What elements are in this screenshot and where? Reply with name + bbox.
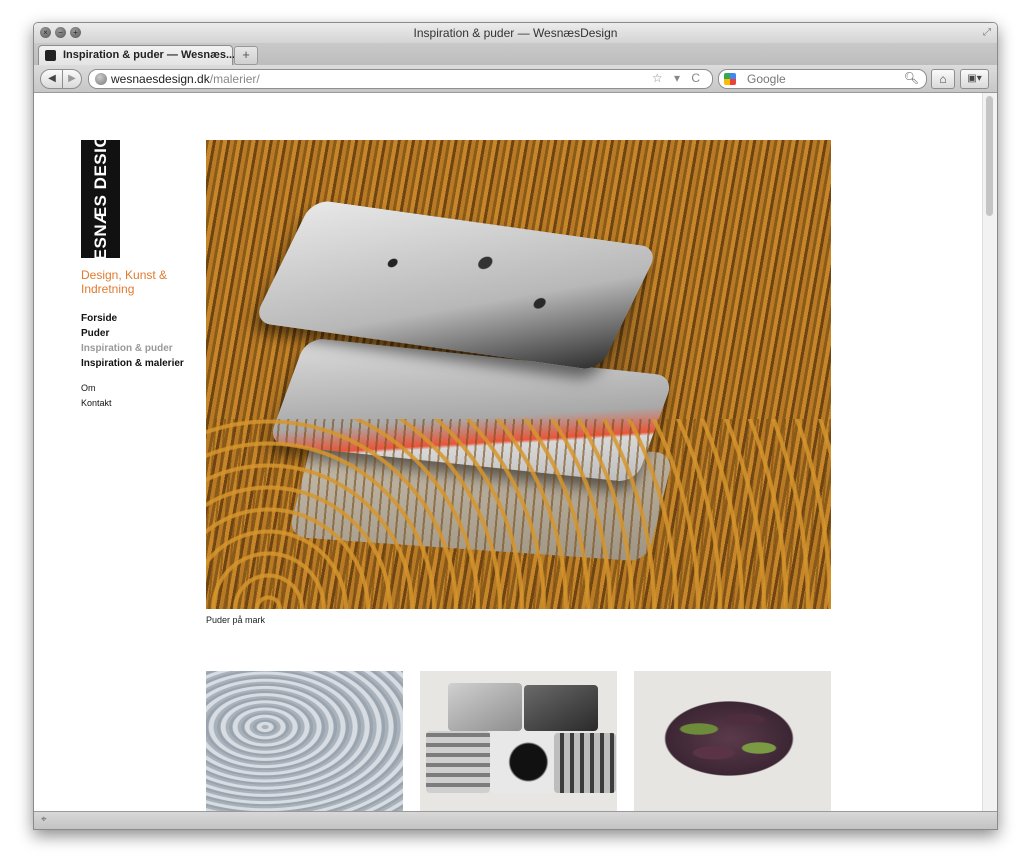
forward-button[interactable]: ▶ [62, 69, 82, 89]
title-bar: × − + Inspiration & puder — WesnæsDesign… [34, 23, 997, 44]
google-icon[interactable] [724, 73, 736, 85]
search-placeholder: Google [747, 72, 786, 86]
fullscreen-icon[interactable]: ⤢ [983, 27, 991, 38]
scrollbar-thumb[interactable] [986, 96, 993, 216]
secondary-nav: Om Kontakt [81, 381, 112, 411]
hero-caption: Puder på mark [206, 615, 266, 625]
url-path: /malerier/ [209, 72, 260, 86]
globe-icon [95, 73, 107, 85]
thumbnail-peas[interactable] [634, 671, 831, 811]
thumb-pillow-3 [426, 731, 490, 793]
bookmark-star-reload-icons[interactable]: ☆ ▾ C [652, 71, 704, 85]
search-bar[interactable]: Google 🔍︎ [718, 69, 927, 89]
bookmarks-button[interactable]: ▣▾ [960, 69, 989, 89]
nav-item-inspiration-puder[interactable]: Inspiration & puder [81, 341, 184, 356]
nav-item-forside[interactable]: Forside [81, 311, 184, 326]
page-content: WESNÆS DESIGN Design, Kunst & Indretning… [34, 93, 983, 811]
window-title: Inspiration & puder — WesnæsDesign [413, 26, 618, 40]
search-icon[interactable]: 🔍︎ [904, 71, 919, 85]
main-nav: Forside Puder Inspiration & puder Inspir… [81, 311, 184, 371]
home-button[interactable]: ⌂ [931, 69, 955, 89]
nav-item-inspiration-malerier[interactable]: Inspiration & malerier [81, 356, 184, 371]
thumbnail-water[interactable] [206, 671, 403, 811]
navigation-toolbar: ◀ ▶ wesnaesdesign.dk/malerier/ ☆ ▾ C Goo… [34, 65, 997, 93]
back-button[interactable]: ◀ [40, 69, 64, 89]
tab-label: Inspiration & puder — Wesnæs... [63, 49, 236, 61]
url-text: wesnaesdesign.dk/malerier/ [111, 72, 260, 86]
site-tagline: Design, Kunst & Indretning [81, 268, 168, 296]
thumb-pillow-5 [554, 733, 616, 793]
status-bar: ⌖ [34, 811, 997, 829]
site-logo[interactable]: WESNÆS DESIGN [81, 121, 120, 277]
logo-text: WESNÆS DESIGN [90, 121, 110, 277]
tab-active[interactable]: Inspiration & puder — Wesnæs... [38, 45, 236, 66]
thumb-pillow-2 [524, 685, 598, 731]
vertical-scrollbar[interactable] [982, 93, 997, 811]
browser-window: × − + Inspiration & puder — WesnæsDesign… [33, 22, 998, 830]
thumb-pillow-1 [448, 683, 522, 731]
pea-pods [654, 691, 804, 786]
new-tab-button[interactable]: + [234, 46, 258, 65]
tab-bar: Inspiration & puder — Wesnæs... + [34, 43, 997, 66]
favicon-icon [45, 50, 56, 61]
oat-grain-foreground [206, 419, 831, 609]
hero-image-pillows-in-field[interactable] [206, 140, 831, 609]
nav-item-kontakt[interactable]: Kontakt [81, 396, 112, 411]
nav-item-om[interactable]: Om [81, 381, 112, 396]
thumb-pillow-4 [490, 731, 554, 793]
url-host: wesnaesdesign.dk [111, 72, 210, 86]
nav-item-puder[interactable]: Puder [81, 326, 184, 341]
addon-bar-icon[interactable]: ⌖ [41, 814, 47, 825]
url-bar[interactable]: wesnaesdesign.dk/malerier/ ☆ ▾ C [88, 69, 713, 89]
thumbnail-pillows[interactable] [420, 671, 617, 811]
